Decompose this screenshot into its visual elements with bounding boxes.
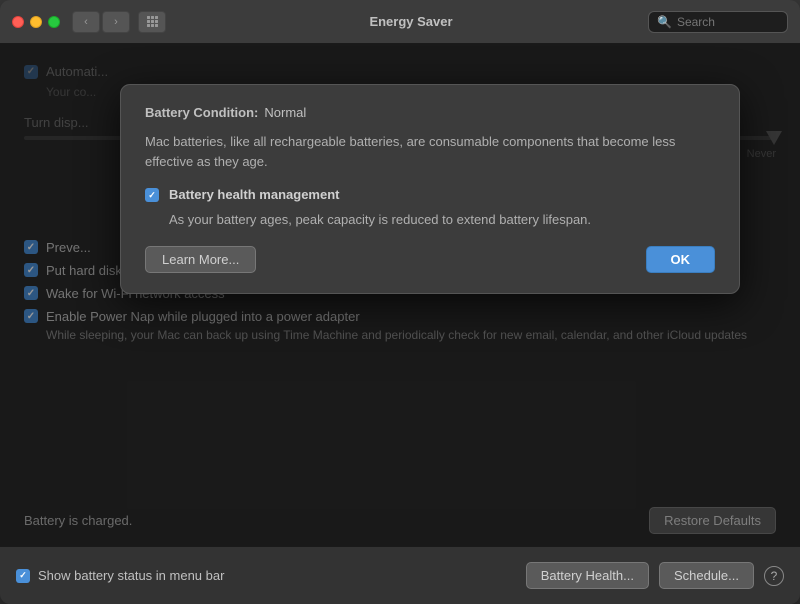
grid-icon <box>147 16 158 27</box>
health-management-desc: As your battery ages, peak capacity is r… <box>169 210 715 230</box>
search-box[interactable]: 🔍 <box>648 11 788 33</box>
bottom-bar: Show battery status in menu bar Battery … <box>0 546 800 604</box>
help-button[interactable]: ? <box>764 566 784 586</box>
grid-view-button[interactable] <box>138 11 166 33</box>
titlebar: ‹ › Energy Saver 🔍 <box>0 0 800 44</box>
show-battery-row: Show battery status in menu bar <box>16 568 516 583</box>
search-input[interactable] <box>677 15 779 29</box>
battery-health-button[interactable]: Battery Health... <box>526 562 649 589</box>
health-management-row: Battery health management <box>145 187 715 202</box>
chevron-left-icon: ‹ <box>84 16 88 28</box>
health-management-label: Battery health management <box>169 187 340 202</box>
main-window: ‹ › Energy Saver 🔍 Automati... <box>0 0 800 604</box>
main-content: Automati... Your co... Turn disp... hrs … <box>0 44 800 546</box>
forward-button[interactable]: › <box>102 11 130 33</box>
condition-label: Battery Condition: <box>145 105 258 120</box>
back-button[interactable]: ‹ <box>72 11 100 33</box>
battery-condition-modal: Battery Condition: Normal Mac batteries,… <box>120 84 740 294</box>
search-icon: 🔍 <box>657 15 672 29</box>
close-button[interactable] <box>12 16 24 28</box>
schedule-button[interactable]: Schedule... <box>659 562 754 589</box>
nav-buttons: ‹ › <box>72 11 130 33</box>
window-title: Energy Saver <box>174 14 648 29</box>
condition-value: Normal <box>264 105 306 120</box>
traffic-lights <box>12 16 60 28</box>
modal-description: Mac batteries, like all rechargeable bat… <box>145 132 715 171</box>
condition-line: Battery Condition: Normal <box>145 105 715 120</box>
modal-buttons: Learn More... OK <box>145 246 715 273</box>
maximize-button[interactable] <box>48 16 60 28</box>
show-battery-label: Show battery status in menu bar <box>38 568 224 583</box>
chevron-right-icon: › <box>114 16 118 28</box>
minimize-button[interactable] <box>30 16 42 28</box>
show-battery-checkbox[interactable] <box>16 569 30 583</box>
learn-more-button[interactable]: Learn More... <box>145 246 256 273</box>
health-management-checkbox[interactable] <box>145 188 159 202</box>
ok-button[interactable]: OK <box>646 246 716 273</box>
